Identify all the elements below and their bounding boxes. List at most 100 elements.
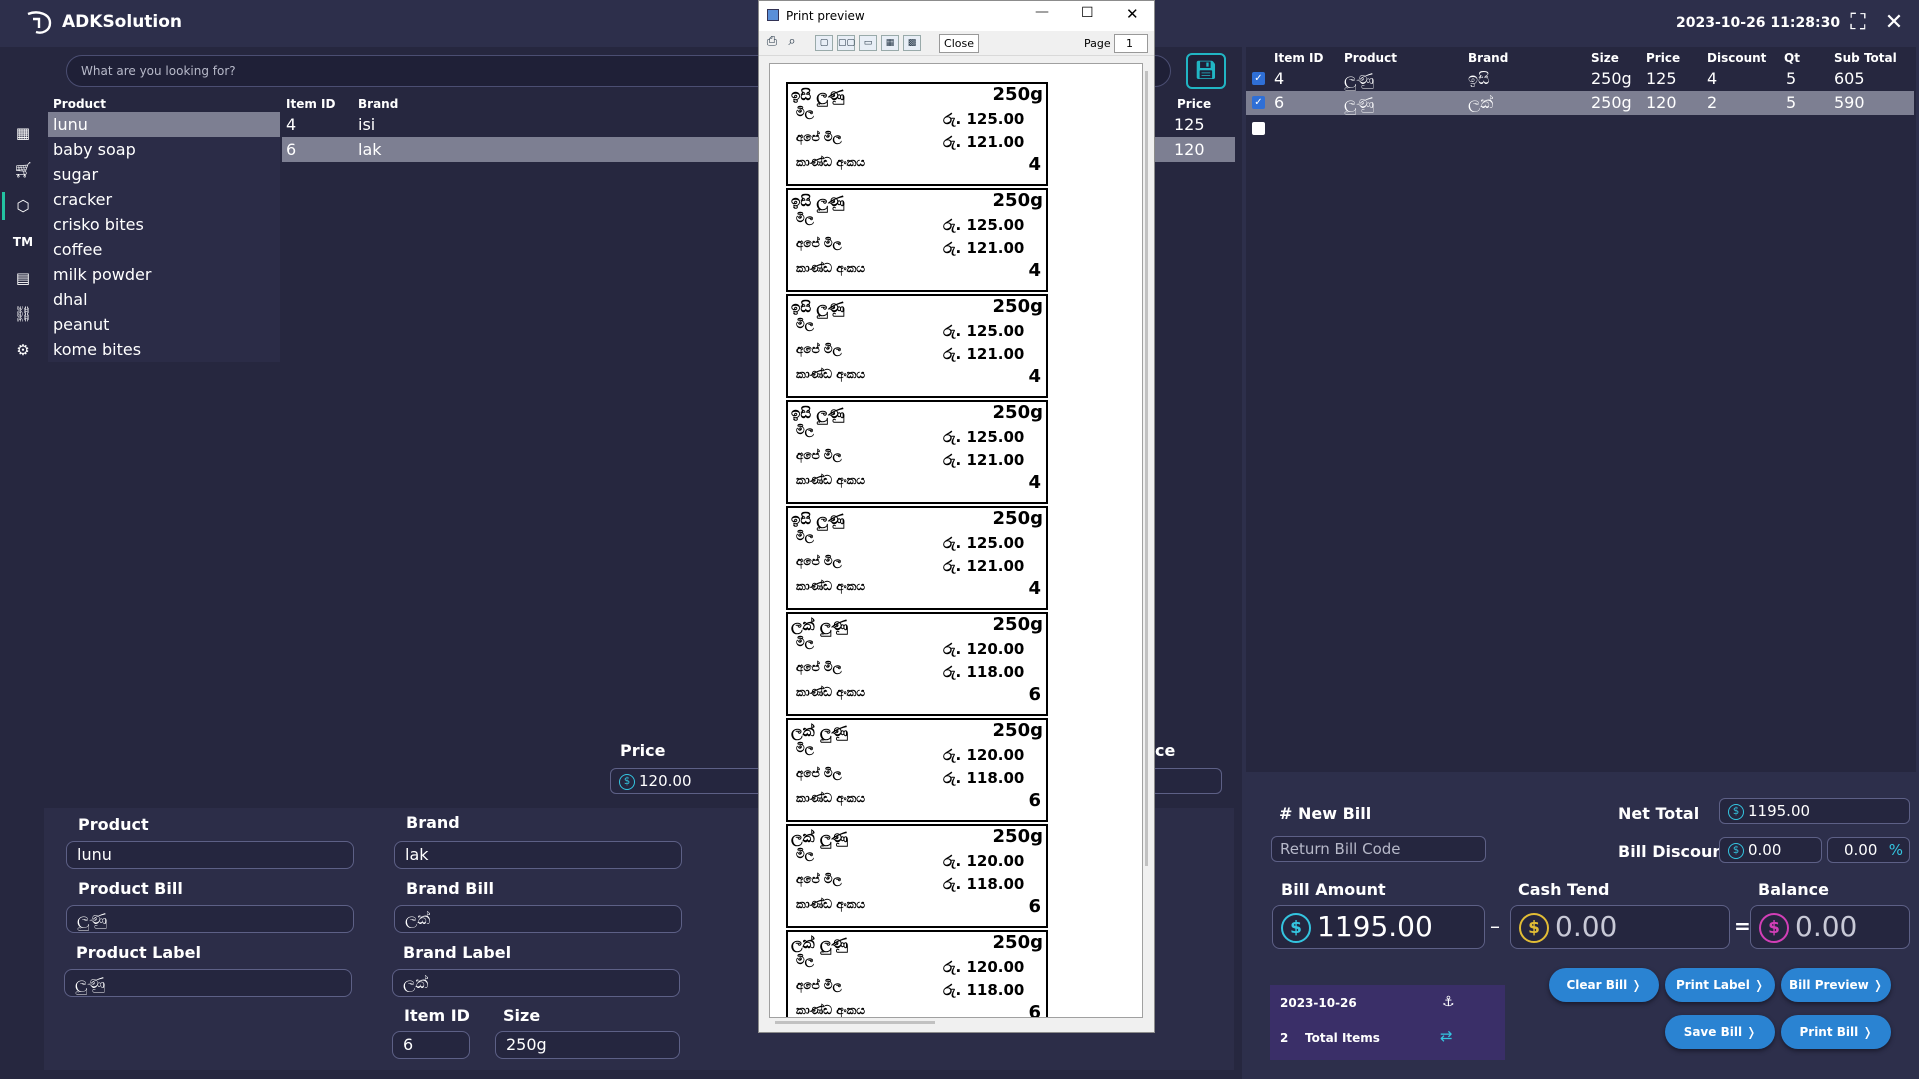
save-bill-button[interactable]: Save Bill ❭ [1665, 1015, 1775, 1049]
cart-cell-subtotal: 605 [1834, 69, 1865, 88]
bill-discount-percent-field[interactable]: 0.00% [1827, 837, 1910, 863]
our-price-label-fragment: ce [1155, 741, 1176, 760]
report-icon[interactable]: ▤ [12, 267, 34, 289]
label-our-price-caption: අපේ මිල [796, 342, 842, 356]
product-label-label: Product Label [76, 943, 201, 962]
label-size: 250g [992, 296, 1043, 317]
settings-icon[interactable]: ⚙ [12, 339, 34, 361]
cart-row[interactable]: ✓ 4 ලුණු ඉසි 250g 125 4 5 605 [1246, 67, 1914, 91]
cart-cell-subtotal: 590 [1834, 93, 1865, 112]
label-category-number: 4 [1028, 472, 1041, 493]
product-item[interactable]: crisko bites [48, 212, 280, 237]
trademark-icon[interactable]: TM [12, 231, 34, 253]
sidebar: ▦ 🛒︎ ⬡ TM ▤ ⛓ ⚙ [0, 47, 44, 1079]
price-label-card: ලක් ලුණු 250g මිල රු. 120.00 අපේ මිල රු. 118.… [786, 718, 1048, 822]
label-our-price: රු. 118.00 [943, 875, 1025, 893]
six-pages-icon[interactable]: ▩ [903, 35, 921, 51]
our-price-input[interactable] [1150, 768, 1222, 794]
row-checkbox[interactable]: ✓ [1252, 72, 1265, 85]
label-size: 250g [992, 190, 1043, 211]
brand-field[interactable]: lak [394, 841, 682, 869]
label-category-number: 6 [1028, 684, 1041, 705]
product-item[interactable]: baby soap [48, 137, 280, 162]
item-id-field[interactable]: 6 [392, 1031, 470, 1059]
price-header: Price [1177, 97, 1212, 111]
four-pages-icon[interactable]: ▦ [881, 35, 899, 51]
product-bill-field[interactable]: ලුණු [66, 905, 354, 933]
one-page-icon[interactable]: ▢ [815, 35, 833, 51]
product-item[interactable]: peanut [48, 312, 280, 337]
cart-qty-header: Qt [1784, 51, 1800, 65]
maximize-icon[interactable]: ☐ [1081, 5, 1094, 21]
total-items-label: Total Items [1305, 1031, 1380, 1045]
product-label-field[interactable]: ලුණු [64, 969, 352, 997]
label-price-caption: මිල [796, 847, 814, 861]
print-preview-toolbar: ⎙ ⌕ ▢ ▢▢ ▭ ▦ ▩ Close Page 1 [759, 31, 1154, 56]
bill-discount-percent-value: 0.00 [1844, 841, 1878, 859]
total-items-count: 2 [1280, 1031, 1289, 1045]
product-item[interactable]: sugar [48, 162, 280, 187]
brand-bill-field[interactable]: ලක් [394, 905, 682, 933]
cart-row[interactable]: ✓ 6 ලුණු ලක් 250g 120 2 5 590 [1246, 91, 1914, 115]
price-input[interactable]: $120.00 [610, 768, 770, 794]
product-item[interactable]: dhal [48, 287, 280, 312]
close-icon[interactable]: ✕ [1881, 10, 1907, 36]
minimize-icon[interactable]: — [1035, 4, 1049, 20]
network-icon[interactable]: ⛓ [12, 303, 34, 325]
print-preview-window: Print preview — ☐ ✕ ⎙ ⌕ ▢ ▢▢ ▭ ▦ ▩ Close… [758, 0, 1155, 1033]
cart-cell-brand: ඉසි [1468, 69, 1490, 88]
row-checkbox[interactable]: ✓ [1252, 96, 1265, 109]
cart-cell-item-id: 4 [1274, 69, 1285, 88]
brand-label-field[interactable]: ලක් [392, 969, 680, 997]
label-price: රු. 125.00 [943, 216, 1025, 234]
print-icon[interactable]: ⎙ [763, 35, 781, 51]
label-price-caption: මිල [796, 317, 814, 331]
brand-header: Brand [358, 97, 399, 111]
fullscreen-icon[interactable]: ⛶ [1845, 10, 1871, 36]
cart-item-id-header: Item ID [1274, 51, 1324, 65]
cash-tend-field[interactable]: $0.00 [1510, 905, 1730, 949]
cell-item-id: 6 [286, 140, 297, 159]
print-bill-button[interactable]: Print Bill ❭ [1781, 1015, 1891, 1049]
print-preview-titlebar: Print preview — ☐ ✕ [759, 1, 1154, 31]
cart-cell-size: 250g [1591, 93, 1632, 112]
cart-icon[interactable]: 🛒︎ [12, 159, 34, 181]
bill-date: 2023-10-26 [1280, 996, 1357, 1010]
label-category-caption: කාණ්ඩ අංකය [796, 685, 866, 699]
product-item[interactable]: coffee [48, 237, 280, 262]
price-label-card: ලක් ලුණු 250g මිල රු. 120.00 අපේ මිල රු. 118.… [786, 824, 1048, 928]
return-bill-code-input[interactable]: Return Bill Code [1271, 836, 1486, 862]
bill-preview-label: Bill Preview [1789, 978, 1869, 992]
printer-app-icon [767, 9, 779, 21]
product-item[interactable]: lunu [48, 112, 280, 137]
app-logo-icon [27, 11, 52, 34]
zoom-icon[interactable]: ⌕ [783, 35, 801, 51]
dollar-icon: $ [1728, 803, 1744, 820]
horizontal-scrollbar[interactable] [775, 1021, 935, 1024]
bill-preview-button[interactable]: Bill Preview ❭ [1781, 968, 1891, 1002]
print-label-button[interactable]: Print Label ❭ [1665, 968, 1775, 1002]
label-size: 250g [992, 402, 1043, 423]
product-item[interactable]: kome bites [48, 337, 280, 362]
size-field[interactable]: 250g [495, 1031, 680, 1059]
page-number-input[interactable]: 1 [1114, 34, 1148, 53]
vertical-scrollbar[interactable] [1145, 71, 1148, 866]
bill-discount-field[interactable]: $0.00 [1719, 837, 1822, 863]
cart-cell-discount: 4 [1707, 69, 1718, 88]
clear-bill-button[interactable]: Clear Bill ❭ [1549, 968, 1659, 1002]
box-icon[interactable]: ⬡ [12, 195, 34, 217]
save-icon[interactable]: 💾︎ [1186, 53, 1226, 89]
cart-price-header: Price [1646, 51, 1681, 65]
product-field[interactable]: lunu [66, 841, 354, 869]
label-our-price-caption: අපේ මිල [796, 130, 842, 144]
three-pages-icon[interactable]: ▭ [859, 35, 877, 51]
product-item[interactable]: cracker [48, 187, 280, 212]
window-close-icon[interactable]: ✕ [1126, 5, 1139, 23]
close-preview-button[interactable]: Close [939, 34, 979, 53]
new-row-checkbox[interactable] [1252, 122, 1265, 135]
product-item[interactable]: milk powder [48, 262, 280, 287]
product-bill-label: Product Bill [78, 879, 183, 898]
preview-page: ඉසි ලුණු 250g මිල රු. 125.00 අපේ මිල රු. 121.… [769, 63, 1143, 1018]
two-pages-icon[interactable]: ▢▢ [837, 35, 855, 51]
dashboard-icon[interactable]: ▦ [12, 122, 34, 144]
